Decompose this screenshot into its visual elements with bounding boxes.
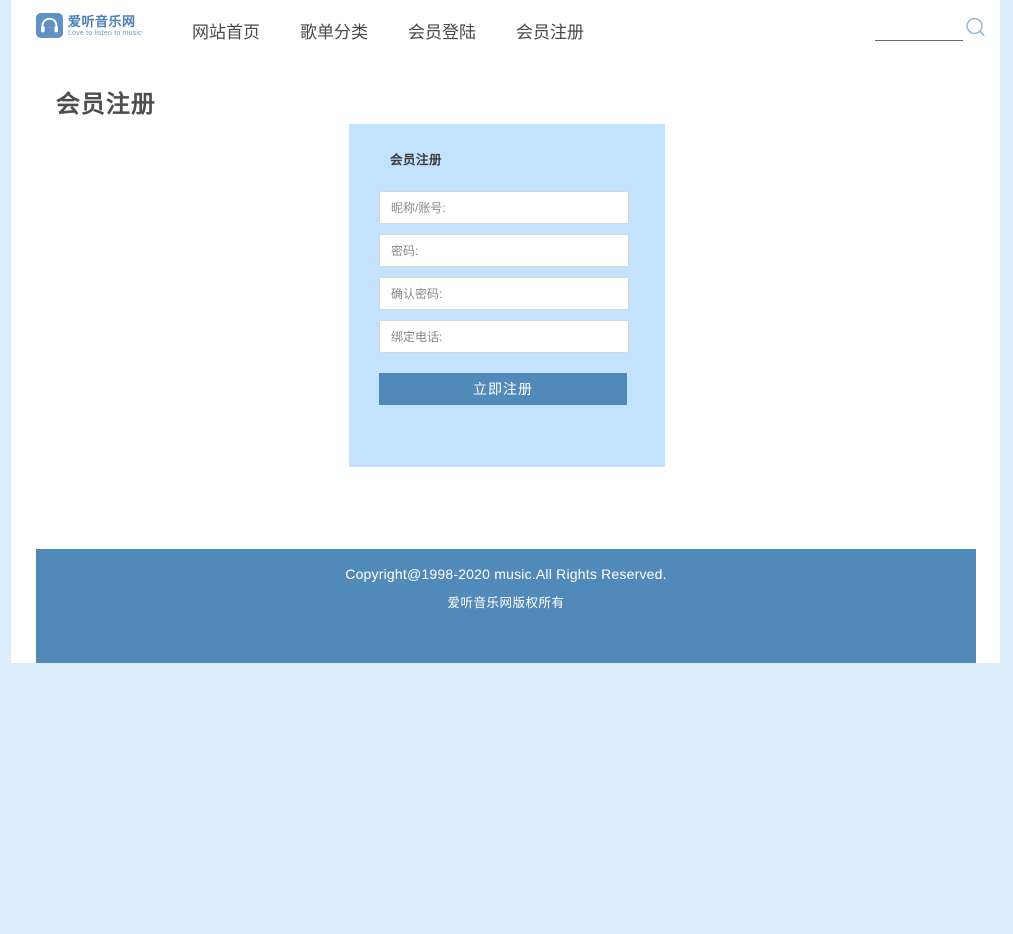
search-button[interactable]: [965, 16, 987, 40]
search-box: [864, 16, 988, 46]
password-field[interactable]: [379, 234, 629, 267]
site-logo[interactable]: 爱听音乐网 Love to listen to music: [36, 13, 142, 38]
footer-rights: 爱听音乐网版权所有: [36, 592, 976, 611]
headphones-icon: [36, 13, 63, 38]
page-title: 会员注册: [56, 84, 156, 119]
brand-text: 爱听音乐网 Love to listen to music: [68, 15, 142, 37]
confirm-password-field[interactable]: [379, 277, 629, 310]
nav-item-playlist-category[interactable]: 歌单分类: [294, 16, 374, 45]
site-footer: Copyright@1998-2020 music.All Rights Res…: [36, 549, 976, 663]
page-sheet: 爱听音乐网 Love to listen to music 网站首页 歌单分类 …: [11, 0, 1000, 663]
register-submit-button[interactable]: 立即注册: [379, 373, 627, 405]
footer-copyright: Copyright@1998-2020 music.All Rights Res…: [36, 566, 976, 582]
nav-item-home[interactable]: 网站首页: [186, 16, 266, 45]
nav-item-member-register[interactable]: 会员注册: [510, 16, 590, 45]
register-form: 立即注册: [379, 191, 629, 405]
register-card: 会员注册 立即注册: [349, 124, 665, 467]
phone-field[interactable]: [379, 320, 629, 353]
nickname-account-field[interactable]: [379, 191, 629, 224]
main-navigation: 网站首页 歌单分类 会员登陆 会员注册: [186, 16, 590, 45]
site-header: 爱听音乐网 Love to listen to music 网站首页 歌单分类 …: [11, 0, 1000, 57]
search-input[interactable]: [875, 18, 963, 41]
brand-name: 爱听音乐网: [68, 15, 142, 28]
register-card-title: 会员注册: [390, 149, 442, 168]
nav-item-member-login[interactable]: 会员登陆: [402, 16, 482, 45]
brand-tagline: Love to listen to music: [68, 30, 142, 37]
search-icon: [965, 16, 987, 40]
